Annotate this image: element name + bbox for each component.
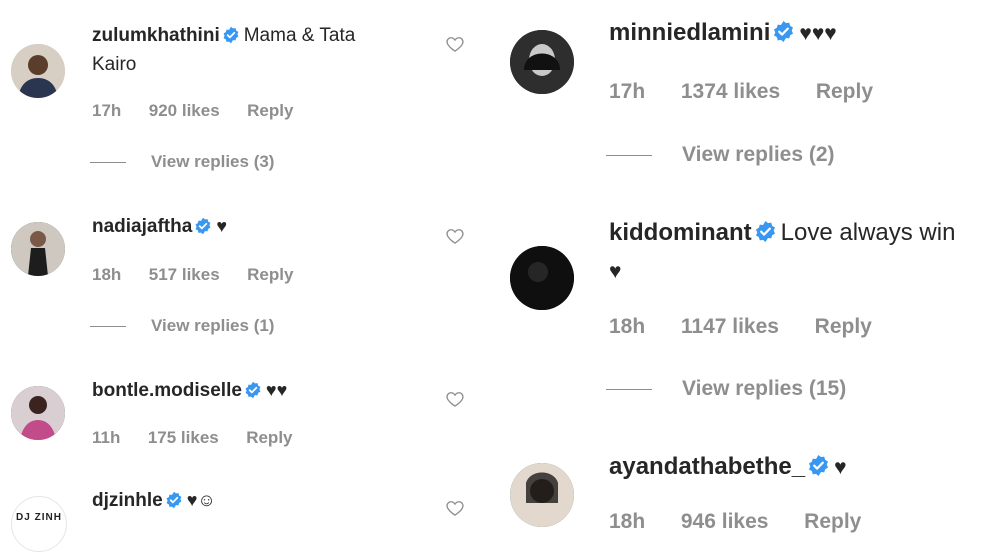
comment-time[interactable]: 17h [92,101,121,121]
username[interactable]: bontle.modiselle [92,380,242,401]
reply-button[interactable]: Reply [246,428,292,448]
comment-time[interactable]: 11h [92,428,120,448]
reply-button[interactable]: Reply [247,101,293,121]
username[interactable]: zulumkhathini [92,25,220,46]
avatar[interactable] [510,246,574,310]
divider [606,154,652,156]
comment-text: Kairo [92,54,137,75]
avatar[interactable] [510,463,574,527]
comment-time[interactable]: 18h [609,510,645,534]
comment-text: Love always win [780,219,956,246]
verified-badge-icon [165,491,183,509]
heart-emoji: ♥♥ [265,380,288,400]
like-count[interactable]: 517 likes [149,265,220,285]
comment-text: Mama & Tata [243,25,356,46]
username[interactable]: minniedlamini [609,19,770,46]
comment-time[interactable]: 18h [92,265,121,285]
username[interactable]: ayandathabethe_ [609,453,805,480]
view-replies-label: View replies (1) [151,316,275,335]
reply-button[interactable]: Reply [247,265,293,285]
reply-button[interactable]: Reply [815,315,872,339]
view-replies-button[interactable]: View replies (2) [606,143,835,167]
divider [606,388,652,390]
verified-badge-icon [222,26,240,44]
view-replies-label: View replies (2) [682,143,835,166]
comment-time[interactable]: 17h [609,80,645,104]
heart-outline-icon[interactable] [445,226,465,246]
view-replies-button[interactable]: View replies (3) [90,152,274,172]
like-count[interactable]: 175 likes [148,428,219,448]
view-replies-label: View replies (3) [151,152,275,171]
verified-badge-icon [244,381,262,399]
reply-button[interactable]: Reply [816,80,873,104]
verified-badge-icon [772,20,795,43]
view-replies-label: View replies (15) [682,377,847,400]
username[interactable]: djzinhle [92,490,163,511]
username[interactable]: kiddominant [609,219,752,246]
heart-emoji: ♥♥♥ [799,22,837,45]
avatar[interactable] [11,386,65,440]
heart-emoji: ♥ [834,456,847,479]
verified-badge-icon [194,217,212,235]
avatar[interactable] [510,30,574,94]
view-replies-button[interactable]: View replies (15) [606,377,846,401]
avatar[interactable]: DJ ZINH [11,496,67,552]
like-count[interactable]: 920 likes [149,101,220,121]
heart-outline-icon[interactable] [445,498,465,518]
avatar-logo-text: DJ ZINH [16,512,62,523]
divider [90,326,126,328]
reply-button[interactable]: Reply [804,510,861,534]
like-count[interactable]: 1147 likes [681,315,779,339]
heart-emoji: ♥ [609,260,622,283]
heart-emoji: ♥☺ [186,490,216,510]
avatar[interactable] [11,44,65,98]
divider [90,162,126,164]
like-count[interactable]: 1374 likes [681,80,780,104]
heart-outline-icon[interactable] [445,389,465,409]
verified-badge-icon [754,220,777,243]
username[interactable]: nadiajaftha [92,216,192,237]
view-replies-button[interactable]: View replies (1) [90,316,274,336]
avatar[interactable] [11,222,65,276]
heart-emoji: ♥ [216,216,227,236]
comment-time[interactable]: 18h [609,315,645,339]
like-count[interactable]: 946 likes [681,510,769,534]
verified-badge-icon [807,454,830,477]
heart-outline-icon[interactable] [445,34,465,54]
